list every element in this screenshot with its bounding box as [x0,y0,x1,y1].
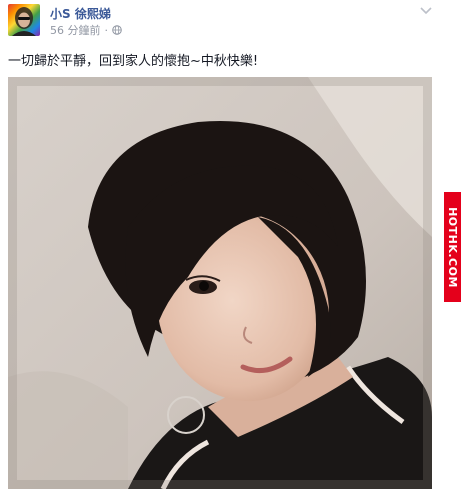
meta-separator: · [104,23,109,37]
author-avatar[interactable] [8,4,40,36]
chevron-down-icon[interactable] [420,6,432,16]
post-timestamp[interactable]: 56 分鐘前 [50,22,101,38]
post-photo[interactable] [8,77,432,489]
watermark-tag: HOTHK.COM [444,192,461,302]
profile-photo [12,7,36,36]
post-caption: 一切歸於平靜，回到家人的懷抱~中秋快樂! [8,54,259,69]
selfie-image [8,77,432,489]
watermark-text: HOTHK.COM [446,206,459,288]
post-meta: 56 分鐘前 · [50,22,122,38]
facebook-post: 小S 徐熙娣 56 分鐘前 · 一切歸於平靜，回到家人的懷抱~中秋快樂! [0,0,446,489]
globe-icon[interactable] [112,25,122,35]
author-name[interactable]: 小S 徐熙娣 [50,5,111,22]
